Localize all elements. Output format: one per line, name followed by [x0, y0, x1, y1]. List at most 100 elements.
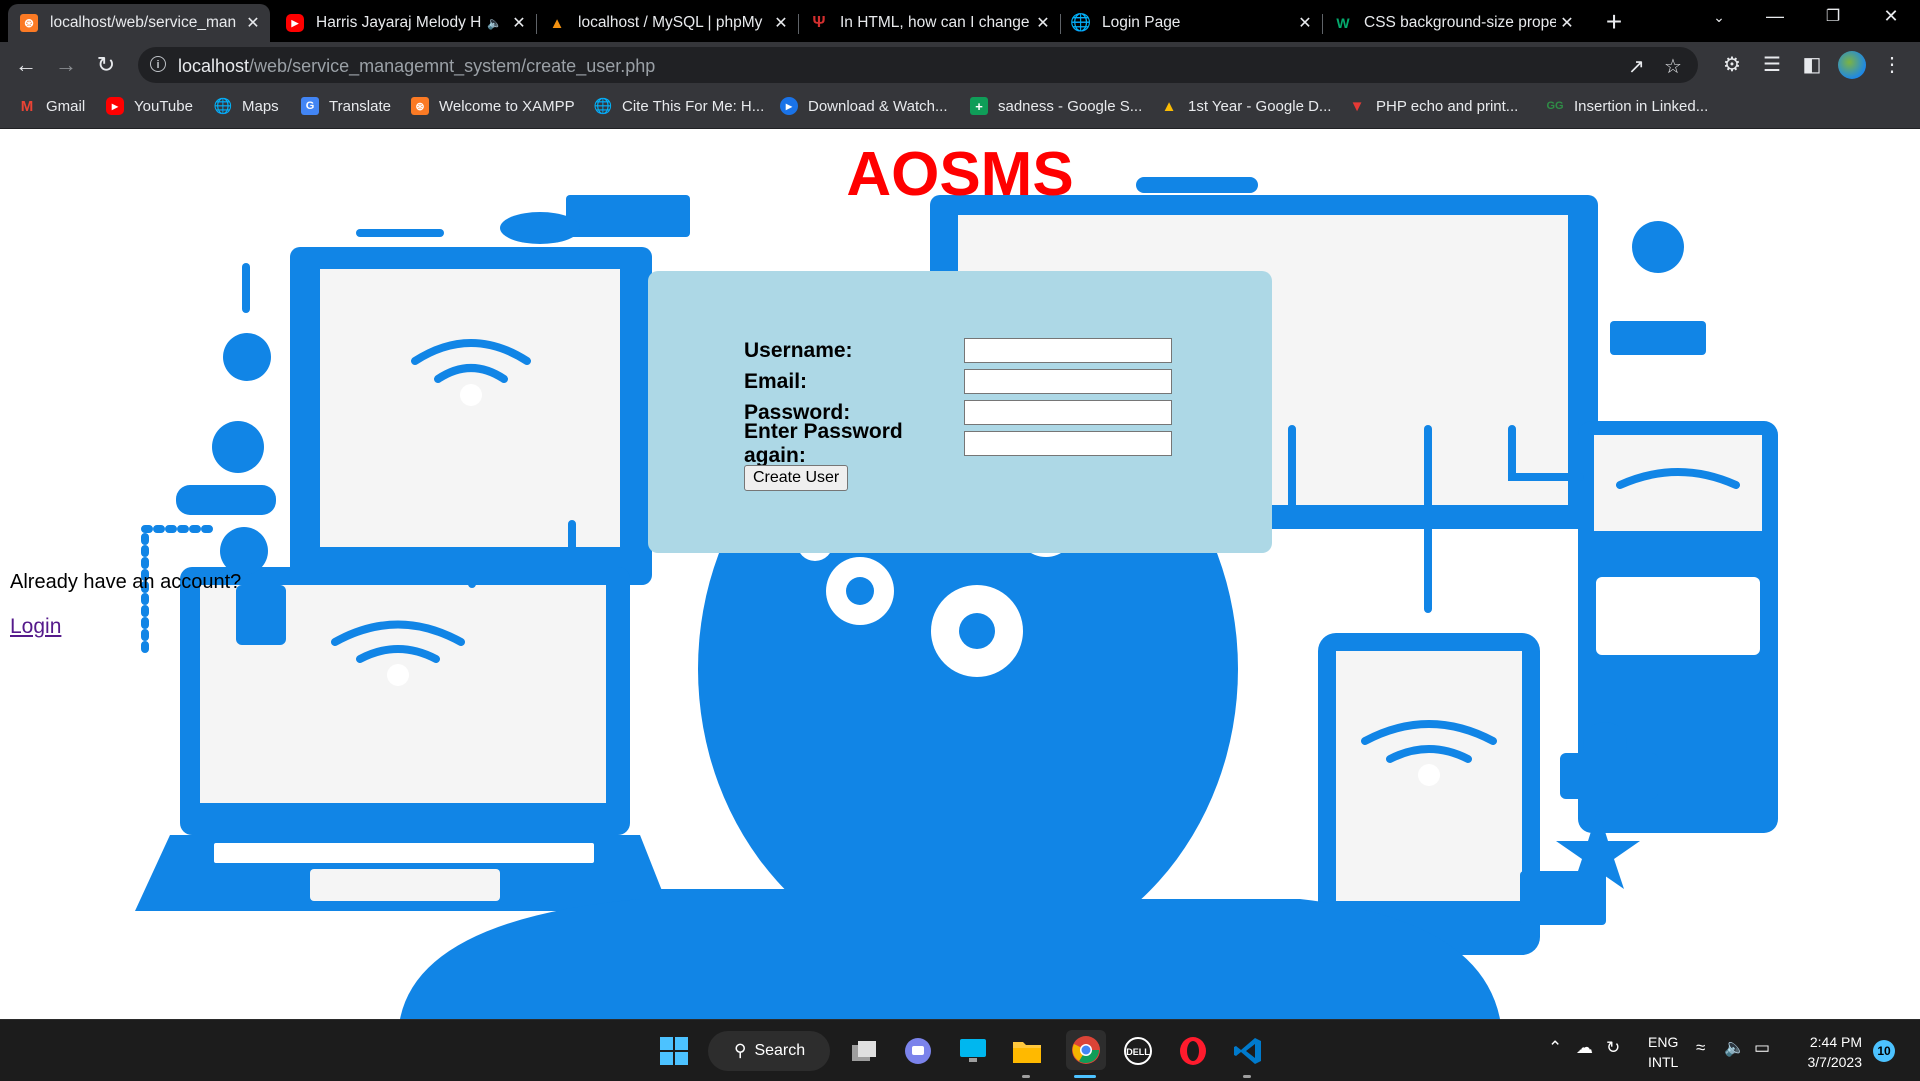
address-url[interactable]: localhost/web/service_managemnt_system/c…	[178, 56, 655, 77]
tab-phpmyadmin[interactable]: ▲ localhost / MySQL | phpMy ✕	[536, 4, 799, 42]
document-icon	[1520, 871, 1606, 925]
close-tab-icon[interactable]: ✕	[1032, 13, 1054, 33]
wifi-icon[interactable]: ≈	[1696, 1038, 1705, 1058]
running-indicator	[1243, 1075, 1251, 1078]
onedrive-icon[interactable]: ☁	[1576, 1038, 1593, 1058]
close-window-button[interactable]: ✕	[1868, 6, 1914, 27]
bookmark-citethis[interactable]: 🌐 Cite This For Me: H...	[594, 97, 765, 116]
desktop-icon[interactable]	[956, 1034, 990, 1068]
email-input[interactable]	[964, 369, 1172, 394]
close-tab-icon[interactable]: ✕	[1556, 13, 1578, 33]
wifi-dot	[1418, 764, 1440, 786]
url-host: localhost	[178, 56, 250, 76]
create-user-button[interactable]: Create User	[744, 465, 849, 491]
side-panel-icon[interactable]: ◧	[1798, 52, 1826, 77]
menu-kebab-icon[interactable]: ⋮	[1878, 52, 1906, 77]
phpmyadmin-icon: ▲	[549, 14, 565, 32]
password-input[interactable]	[964, 400, 1172, 425]
dell-icon[interactable]: DELL	[1121, 1034, 1155, 1068]
volume-icon[interactable]: 🔈	[1724, 1038, 1745, 1058]
bookmark-youtube[interactable]: ▶ YouTube	[106, 97, 193, 115]
close-tab-icon[interactable]: ✕	[1294, 13, 1316, 33]
drive-icon: ▲	[1161, 97, 1177, 115]
language-indicator[interactable]: ENG INTL	[1648, 1032, 1678, 1072]
opera-icon[interactable]	[1176, 1034, 1210, 1068]
bookmark-gfg[interactable]: GG Insertion in Linked...	[1546, 97, 1708, 115]
tab-w3schools[interactable]: W CSS background-size prope ✕	[1322, 4, 1584, 42]
system-clock[interactable]: 2:44 PM 3/7/2023	[1790, 1032, 1863, 1072]
site-info-icon[interactable]: i	[150, 56, 166, 72]
play-icon: ▶	[780, 97, 798, 115]
background-illustration	[135, 177, 1778, 1019]
bookmark-label: Insertion in Linked...	[1574, 97, 1709, 115]
tab-stackoverflow[interactable]: Ψ In HTML, how can I change ✕	[798, 4, 1061, 42]
task-view-icon[interactable]	[847, 1034, 881, 1068]
minimize-button[interactable]: —	[1752, 6, 1798, 27]
bookmark-gmail[interactable]: M Gmail	[18, 97, 85, 115]
tab-title: localhost/web/service_man	[50, 14, 237, 31]
extensions-icon[interactable]: ⚙	[1718, 52, 1746, 77]
show-hidden-icons[interactable]: ⌃	[1548, 1038, 1562, 1058]
tab-title: In HTML, how can I change	[840, 14, 1030, 31]
windows-start-icon[interactable]	[657, 1034, 691, 1068]
username-row: Username:	[744, 335, 1172, 366]
address-bar[interactable]: i localhost/web/service_managemnt_system…	[138, 47, 1698, 83]
wifi-broadcast-icon	[212, 421, 264, 473]
browser-toolbar: ← → ↻ i localhost/web/service_managemnt_…	[0, 42, 1920, 88]
restore-button[interactable]: ❐	[1810, 6, 1856, 26]
url-path: /web/service_managemnt_system/create_use…	[249, 56, 656, 76]
tab-create-user[interactable]: ⊛ localhost/web/service_man ✕	[8, 4, 270, 42]
password-again-input[interactable]	[964, 431, 1172, 456]
globe-icon: 🌐	[1070, 13, 1092, 32]
laptop-trackpad	[310, 869, 500, 901]
clock-time: 2:44 PM	[1809, 1034, 1862, 1050]
bookmark-php[interactable]: ▼ PHP echo and print...	[1348, 97, 1519, 115]
new-tab-button[interactable]: +	[1598, 6, 1630, 38]
reload-button[interactable]: ↻	[92, 52, 120, 80]
username-label: Username:	[744, 338, 853, 362]
close-tab-icon[interactable]: ✕	[770, 13, 792, 33]
username-input[interactable]	[964, 338, 1172, 363]
bookmark-label: PHP echo and print...	[1376, 97, 1519, 115]
bookmark-drive[interactable]: ▲ 1st Year - Google D...	[1160, 97, 1332, 115]
media-controls-icon[interactable]: ☰	[1758, 52, 1786, 77]
tab-search-button[interactable]: ⌄	[1696, 9, 1742, 26]
bookmark-maps[interactable]: 🌐 Maps	[214, 97, 279, 116]
notification-badge[interactable]: 10	[1873, 1040, 1895, 1062]
form-fields: Username: Email: Password: Enter Passwor…	[744, 335, 1172, 491]
vscode-icon[interactable]	[1231, 1034, 1265, 1068]
back-button[interactable]: ←	[12, 52, 40, 80]
forward-button[interactable]: →	[52, 52, 80, 80]
close-tab-icon[interactable]: ✕	[508, 13, 530, 33]
sync-icon[interactable]: ↻	[1606, 1038, 1620, 1058]
bookmark-star-icon[interactable]: ☆	[1664, 54, 1682, 79]
teams-chat-icon[interactable]	[901, 1034, 935, 1068]
bookmark-download[interactable]: ▶ Download & Watch...	[780, 97, 948, 115]
file-explorer-icon[interactable]	[1010, 1034, 1044, 1068]
tab-title: localhost / MySQL | phpMy	[578, 14, 763, 31]
chrome-icon[interactable]	[1066, 1030, 1106, 1070]
password-again-label: Enter Password again:	[744, 419, 903, 467]
bookmark-translate[interactable]: G Translate	[301, 97, 391, 115]
close-tab-icon[interactable]: ✕	[242, 13, 264, 33]
web-page: AOSMS Username: Email: Password: Enter P…	[0, 129, 1920, 1019]
taskbar-search[interactable]: ⚲ Search	[708, 1031, 830, 1071]
tab-login-page[interactable]: 🌐 Login Page ✕	[1060, 4, 1323, 42]
bookmark-xampp[interactable]: ⊛ Welcome to XAMPP	[411, 97, 575, 115]
tab-strip: ⊛ localhost/web/service_man ✕ ▶ Harris J…	[0, 0, 1920, 42]
tab-title: Login Page	[1102, 14, 1181, 31]
battery-icon[interactable]: ▭	[1754, 1038, 1770, 1058]
bookmark-label: sadness - Google S...	[998, 97, 1143, 115]
gear-hub	[959, 613, 995, 649]
site-icon: Ψ	[812, 14, 826, 31]
share-icon[interactable]: ↗	[1628, 54, 1645, 79]
profile-avatar[interactable]	[1838, 51, 1866, 79]
login-link[interactable]: Login	[10, 615, 61, 639]
youtube-icon: ▶	[286, 14, 304, 32]
tab-youtube[interactable]: ▶ Harris Jayaraj Melody H 🔈 ✕	[274, 4, 537, 42]
speaker-icon[interactable]: 🔈	[487, 16, 502, 30]
bookmark-sheets[interactable]: + sadness - Google S...	[970, 97, 1142, 115]
password-again-row: Enter Password again:	[744, 420, 1172, 467]
mail-icon	[1610, 321, 1706, 355]
user-icon	[223, 333, 271, 381]
